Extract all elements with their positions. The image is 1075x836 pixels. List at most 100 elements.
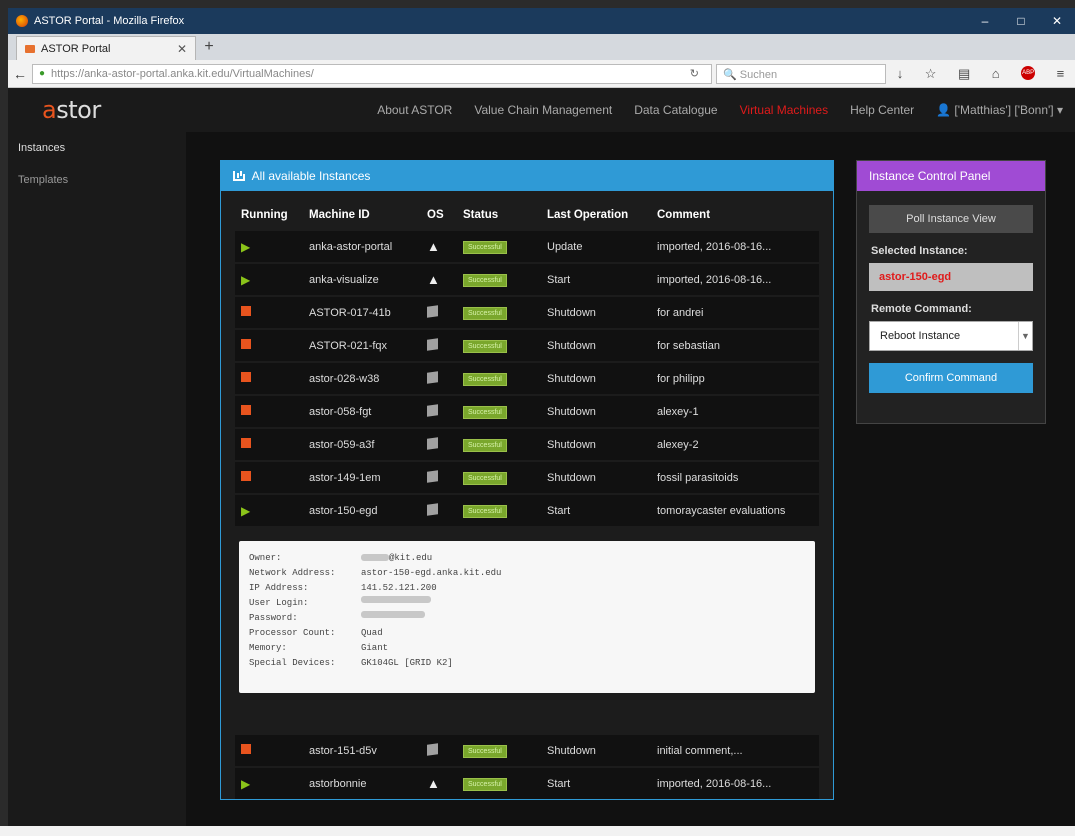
main-content: All available Instances Running Machine …: [186, 132, 1075, 826]
app-header: astor About ASTOR Value Chain Management…: [8, 88, 1075, 132]
table-row[interactable]: ▶ anka-astor-portal ▲ Successful Update impor…: [235, 231, 819, 262]
cell-last-operation: Shutdown: [541, 363, 651, 394]
status-badge: Successful: [463, 372, 507, 386]
instance-details: Owner: @kit.edu Network Address: astor-150…: [239, 541, 815, 693]
selected-instance-label: Selected Instance:: [871, 245, 968, 257]
cell-machine-id: astor-150-egd: [303, 495, 421, 526]
stopped-square-icon: [241, 405, 251, 415]
remote-command-select[interactable]: Reboot Instance ▼: [869, 321, 1033, 351]
url-bar[interactable]: ● https://anka-astor-portal.anka.kit.edu…: [32, 63, 712, 84]
detail-memory-label: Memory:: [249, 643, 287, 653]
cell-machine-id: astor-149-1em: [303, 462, 421, 493]
adblock-icon[interactable]: ABP: [1021, 65, 1036, 80]
cell-status: Successful: [457, 396, 541, 427]
detail-owner-value: @kit.edu: [361, 551, 432, 566]
cell-os: [421, 495, 457, 526]
table-row[interactable]: ▶ anka-visualize ▲ Successful Start imported,…: [235, 264, 819, 295]
table-row[interactable]: ASTOR-021-fqx Successful Shutdown for sebas…: [235, 330, 819, 361]
nav-virtual-machines[interactable]: Virtual Machines: [740, 103, 829, 117]
status-badge: Successful: [463, 240, 507, 254]
table-row[interactable]: astor-149-1em Successful Shutdown fossil pa…: [235, 462, 819, 493]
astor-logo[interactable]: astor: [8, 96, 138, 124]
close-tab-icon[interactable]: ✕: [177, 42, 187, 56]
cell-comment: imported, 2016-08-16...: [651, 264, 819, 295]
cell-machine-id: anka-astor-portal: [303, 231, 421, 262]
table-row[interactable]: ▶ astor-150-egd Successful Start tomoraycast…: [235, 495, 819, 526]
home-icon[interactable]: ⌂: [992, 66, 1000, 82]
nav-data-catalogue[interactable]: Data Catalogue: [634, 103, 717, 117]
table-row[interactable]: ▶ astorbonnie ▲ Successful Start imported, 20…: [235, 768, 819, 799]
table-row[interactable]: astor-151-d5v Successful Shutdown initial c…: [235, 735, 819, 766]
back-arrow-icon[interactable]: ←: [8, 66, 32, 82]
table-row[interactable]: ASTOR-017-41b Successful Shutdown for andre…: [235, 297, 819, 328]
browser-tab[interactable]: ASTOR Portal ✕: [16, 36, 196, 60]
running-play-icon: ▶: [241, 239, 251, 254]
close-window-button[interactable]: ✕: [1039, 14, 1075, 28]
cell-status: Successful: [457, 231, 541, 262]
nav-help-center[interactable]: Help Center: [850, 103, 914, 117]
instances-panel: All available Instances Running Machine …: [220, 160, 834, 800]
cell-machine-id: astor-028-w38: [303, 363, 421, 394]
redacted-login: [361, 596, 431, 603]
cell-os: [421, 297, 457, 328]
status-badge: Successful: [463, 471, 507, 485]
col-status: Status: [463, 209, 499, 221]
cell-status: Successful: [457, 768, 541, 799]
instances-table-continued: astor-151-d5v Successful Shutdown initial c…: [235, 733, 819, 801]
cell-status: Successful: [457, 297, 541, 328]
nav-value-chain[interactable]: Value Chain Management: [474, 103, 612, 117]
cell-running: ▶: [235, 495, 303, 526]
bookmark-star-icon[interactable]: ☆: [925, 66, 937, 82]
status-badge: Successful: [463, 504, 507, 518]
window-titlebar: ASTOR Portal - Mozilla Firefox – □ ✕: [8, 8, 1075, 34]
reload-icon[interactable]: ↻: [690, 67, 699, 80]
cell-os: [421, 330, 457, 361]
selected-instance-value: astor-150-egd: [869, 263, 1033, 291]
download-icon[interactable]: ↓: [897, 66, 904, 82]
cell-running: [235, 396, 303, 427]
maximize-button[interactable]: □: [1003, 14, 1039, 28]
instance-control-panel: Instance Control Panel Poll Instance Vie…: [856, 160, 1046, 424]
stopped-square-icon: [241, 372, 251, 382]
running-play-icon: ▶: [241, 272, 251, 287]
cell-running: ▶: [235, 264, 303, 295]
cell-comment: imported, 2016-08-16...: [651, 231, 819, 262]
sidebar-item-instances[interactable]: Instances: [8, 132, 186, 164]
user-menu[interactable]: 👤 ['Matthias'] ['Bonn']: [936, 103, 1063, 117]
sidebar-item-templates[interactable]: Templates: [8, 164, 186, 196]
confirm-command-button[interactable]: Confirm Command: [869, 363, 1033, 393]
cell-os: ▲: [421, 231, 457, 262]
library-icon[interactable]: ▤: [958, 66, 970, 82]
cell-machine-id: astor-058-fgt: [303, 396, 421, 427]
status-badge: Successful: [463, 744, 507, 758]
sidebar: Instances Templates: [8, 132, 186, 826]
new-tab-button[interactable]: +: [196, 36, 222, 60]
cell-os: [421, 363, 457, 394]
table-row[interactable]: astor-058-fgt Successful Shutdown alexey-1: [235, 396, 819, 427]
detail-network-label: Network Address:: [249, 568, 336, 578]
linux-icon: ▲: [427, 239, 440, 254]
poll-instance-button[interactable]: Poll Instance View: [869, 205, 1033, 233]
col-os: OS: [427, 209, 444, 221]
menu-icon[interactable]: ≡: [1057, 66, 1065, 82]
instances-panel-header: All available Instances: [221, 161, 833, 191]
redacted-mask: [361, 554, 389, 562]
table-row[interactable]: astor-059-a3f Successful Shutdown alexey-2: [235, 429, 819, 460]
detail-ip-label: IP Address:: [249, 583, 309, 593]
search-placeholder: Suchen: [739, 68, 778, 81]
cell-machine-id: anka-visualize: [303, 264, 421, 295]
main-nav: About ASTOR Value Chain Management Data …: [138, 103, 1075, 117]
instances-panel-title: All available Instances: [251, 169, 371, 183]
minimize-button[interactable]: –: [967, 14, 1003, 28]
stopped-square-icon: [241, 306, 251, 316]
url-text: https://anka-astor-portal.anka.kit.edu/V…: [51, 67, 314, 80]
cell-last-operation: Shutdown: [541, 330, 651, 361]
bar-chart-icon: [233, 171, 245, 181]
cell-os: [421, 396, 457, 427]
search-input[interactable]: 🔍 Suchen: [716, 63, 886, 84]
cell-running: [235, 297, 303, 328]
nav-about[interactable]: About ASTOR: [377, 103, 452, 117]
cell-machine-id: ASTOR-017-41b: [303, 297, 421, 328]
table-row[interactable]: astor-028-w38 Successful Shutdown for phili…: [235, 363, 819, 394]
cell-last-operation: Shutdown: [541, 297, 651, 328]
